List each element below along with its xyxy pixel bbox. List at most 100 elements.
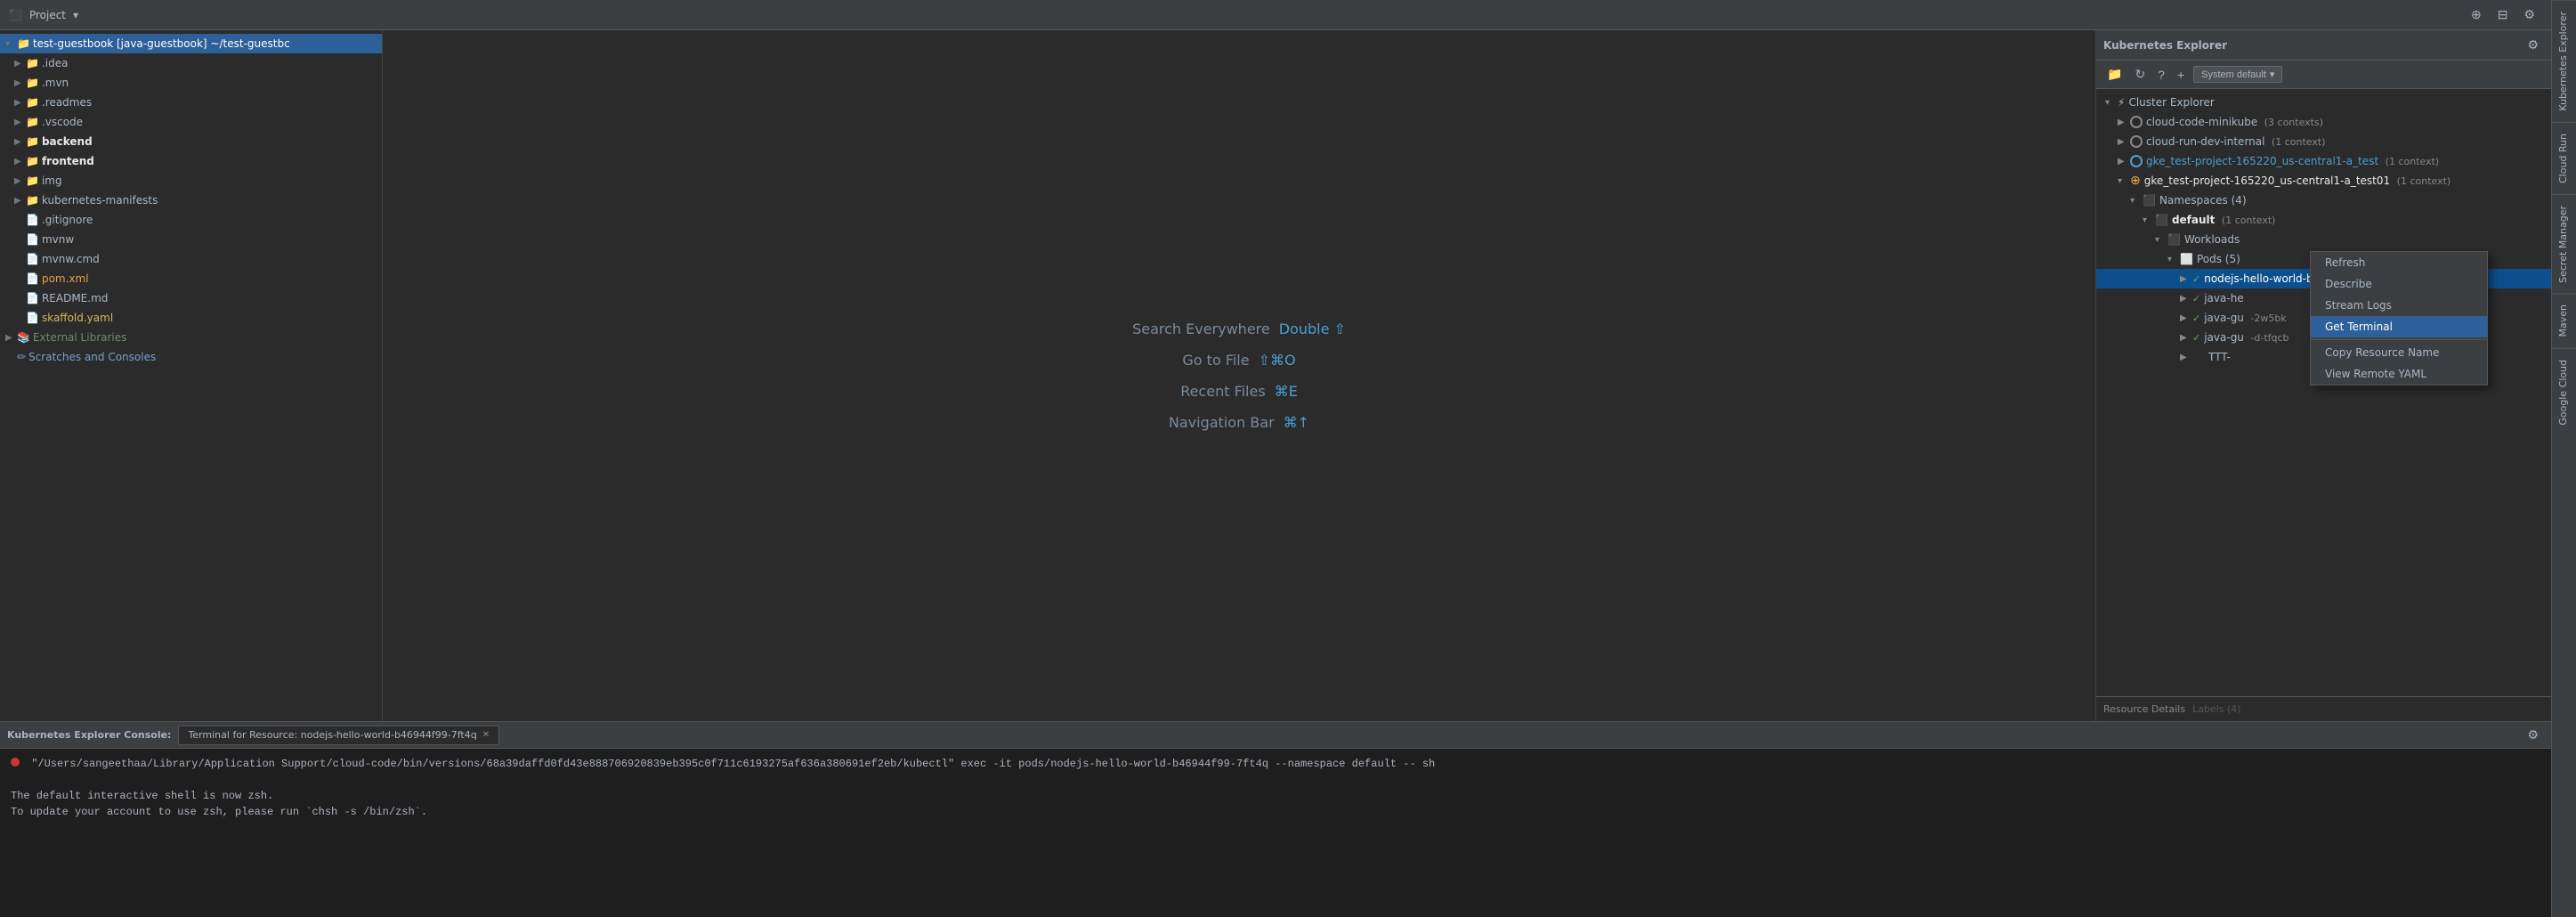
pods-arrow: ▾ bbox=[2167, 255, 2176, 264]
root-folder-icon: 📁 bbox=[17, 37, 30, 50]
ctx-stream-logs-label: Stream Logs bbox=[2325, 299, 2392, 312]
gitignore-label: .gitignore bbox=[42, 214, 93, 226]
k8s-gke-test[interactable]: ▶ gke_test-project-165220_us-central1-a_… bbox=[2096, 151, 2576, 171]
backend-label: backend bbox=[42, 135, 93, 148]
namespaces-arrow: ▾ bbox=[2130, 196, 2139, 206]
tree-item-readme[interactable]: 📄 README.md bbox=[0, 288, 382, 308]
terminal-tab-close[interactable]: ✕ bbox=[482, 730, 490, 740]
nodejs-pod-arrow: ▶ bbox=[2180, 274, 2189, 284]
minikube-label: cloud-code-minikube bbox=[2146, 116, 2257, 128]
system-default-btn[interactable]: System default ▾ bbox=[2193, 66, 2282, 83]
java-gu1-arrow: ▶ bbox=[2180, 313, 2189, 323]
tree-item-backend[interactable]: ▶ 📁 backend bbox=[0, 132, 382, 151]
tree-item-scratches[interactable]: ✏ Scratches and Consoles bbox=[0, 347, 382, 367]
k8s-help-btn[interactable]: ? bbox=[2154, 66, 2168, 84]
tree-item-vscode[interactable]: ▶ 📁 .vscode bbox=[0, 112, 382, 132]
ttt-label: TTT- bbox=[2208, 351, 2231, 363]
terminal-line-3: The default interactive shell is now zsh… bbox=[11, 788, 2565, 804]
java-gu1-check: ✓ bbox=[2192, 312, 2200, 324]
add-module-btn[interactable]: ⊕ bbox=[2467, 5, 2485, 24]
terminal-settings-btn[interactable]: ⚙ bbox=[2523, 726, 2542, 744]
project-icon: ⬛ bbox=[9, 9, 22, 21]
java-gu1-label: java-gu bbox=[2204, 312, 2244, 324]
tree-item-mvnw[interactable]: 📄 mvnw bbox=[0, 230, 382, 249]
pom-file-icon: 📄 bbox=[26, 272, 39, 285]
k8s-default-ns[interactable]: ▾ ⬛ default (1 context) bbox=[2096, 210, 2576, 230]
side-tab-google-cloud[interactable]: Google Cloud bbox=[2552, 348, 2576, 436]
skaffold-label: skaffold.yaml bbox=[42, 312, 113, 324]
tree-item-external-libs[interactable]: ▶ 📚 External Libraries bbox=[0, 328, 382, 347]
minikube-arrow: ▶ bbox=[2118, 118, 2126, 127]
k8s-minikube[interactable]: ▶ cloud-code-minikube (3 contexts) bbox=[2096, 112, 2576, 132]
k8s-cluster-explorer[interactable]: ▾ ⚡ Cluster Explorer bbox=[2096, 93, 2576, 112]
backend-arrow: ▶ bbox=[14, 137, 23, 147]
tree-item-pom[interactable]: 📄 pom.xml bbox=[0, 269, 382, 288]
structure-btn[interactable]: ⊟ bbox=[2494, 5, 2512, 24]
scratches-label: Scratches and Consoles bbox=[28, 351, 156, 363]
tree-item-mvnw-cmd[interactable]: 📄 mvnw.cmd bbox=[0, 249, 382, 269]
center-area: Search Everywhere Double ⇧ Go to File ⇧⌘… bbox=[383, 30, 2095, 721]
k8s-workloads[interactable]: ▾ ⬛ Workloads bbox=[2096, 230, 2576, 249]
mvn-label: .mvn bbox=[42, 77, 69, 89]
side-tab-maven[interactable]: Maven bbox=[2552, 293, 2576, 347]
default-ns-label: default bbox=[2172, 214, 2215, 226]
k8s-gke-test01[interactable]: ▾ ⊕ gke_test-project-165220_us-central1-… bbox=[2096, 171, 2576, 191]
ctx-get-terminal[interactable]: Get Terminal bbox=[2311, 316, 2487, 337]
pods-icon: ⬜ bbox=[2180, 253, 2193, 265]
terminal-tab[interactable]: Terminal for Resource: nodejs-hello-worl… bbox=[178, 726, 499, 745]
minikube-count: (3 contexts) bbox=[2261, 117, 2323, 128]
k8s-namespaces[interactable]: ▾ ⬛ Namespaces (4) bbox=[2096, 191, 2576, 210]
minikube-circle bbox=[2130, 116, 2143, 128]
cloud-run-arrow: ▶ bbox=[2118, 137, 2126, 147]
namespaces-icon: ⬛ bbox=[2143, 194, 2156, 207]
tree-item-img[interactable]: ▶ 📁 img bbox=[0, 171, 382, 191]
scratches-arrow bbox=[5, 353, 14, 362]
tree-item-gitignore[interactable]: 📄 .gitignore bbox=[0, 210, 382, 230]
search-everywhere-shortcut: Double ⇧ bbox=[1279, 321, 1346, 337]
main-layout: ▾ 📁 test-guestbook [java-guestbook] ~/te… bbox=[0, 30, 2576, 721]
frontend-arrow: ▶ bbox=[14, 157, 23, 166]
k8s-refresh-btn[interactable]: ↻ bbox=[2131, 65, 2149, 84]
mvnw-arrow bbox=[14, 235, 23, 245]
project-dropdown-icon[interactable]: ▾ bbox=[73, 9, 78, 21]
default-ns-icon: ⬛ bbox=[2155, 214, 2168, 226]
k8s-add-btn[interactable]: + bbox=[2174, 66, 2188, 84]
ctx-stream-logs[interactable]: Stream Logs bbox=[2311, 295, 2487, 316]
ctx-view-yaml[interactable]: View Remote YAML bbox=[2311, 363, 2487, 385]
ctx-describe[interactable]: Describe bbox=[2311, 273, 2487, 295]
k8s-title: Kubernetes Explorer bbox=[2103, 39, 2227, 52]
side-tab-secret-manager[interactable]: Secret Manager bbox=[2552, 194, 2576, 294]
tree-item-readmes[interactable]: ▶ 📁 .readmes bbox=[0, 93, 382, 112]
tree-item-idea[interactable]: ▶ 📁 .idea bbox=[0, 53, 382, 73]
gke-test-circle bbox=[2130, 155, 2143, 167]
ctx-copy-name[interactable]: Copy Resource Name bbox=[2311, 342, 2487, 363]
ctx-refresh[interactable]: Refresh bbox=[2311, 252, 2487, 273]
tree-item-k8s-manifests[interactable]: ▶ 📁 kubernetes-manifests bbox=[0, 191, 382, 210]
file-tree: ▾ 📁 test-guestbook [java-guestbook] ~/te… bbox=[0, 30, 382, 721]
nav-bar-label: Navigation Bar bbox=[1169, 414, 1275, 431]
idea-folder-icon: 📁 bbox=[26, 57, 39, 69]
bottom-terminal-panel: Kubernetes Explorer Console: Terminal fo… bbox=[0, 721, 2576, 917]
tree-root[interactable]: ▾ 📁 test-guestbook [java-guestbook] ~/te… bbox=[0, 34, 382, 53]
k8s-folder-btn[interactable]: 📁 bbox=[2103, 65, 2126, 84]
frontend-folder-icon: 📁 bbox=[26, 155, 39, 167]
goto-file-shortcut: ⇧⌘O bbox=[1259, 352, 1296, 369]
tree-item-mvn[interactable]: ▶ 📁 .mvn bbox=[0, 73, 382, 93]
k8s-cloud-run[interactable]: ▶ cloud-run-dev-internal (1 context) bbox=[2096, 132, 2576, 151]
tree-item-frontend[interactable]: ▶ 📁 frontend bbox=[0, 151, 382, 171]
settings-btn[interactable]: ⚙ bbox=[2520, 5, 2539, 24]
left-panel: ▾ 📁 test-guestbook [java-guestbook] ~/te… bbox=[0, 30, 383, 721]
pom-label: pom.xml bbox=[42, 272, 89, 285]
terminal-console-label: Kubernetes Explorer Console: bbox=[7, 729, 171, 741]
side-tab-cloud-run[interactable]: Cloud Run bbox=[2552, 122, 2576, 194]
side-tab-k8s[interactable]: Kubernetes Explorer bbox=[2552, 30, 2576, 122]
img-arrow: ▶ bbox=[14, 176, 23, 186]
k8s-settings-btn[interactable]: ⚙ bbox=[2523, 36, 2542, 54]
readmes-arrow: ▶ bbox=[14, 98, 23, 108]
side-tabs: Kubernetes Explorer Cloud Run Secret Man… bbox=[2551, 30, 2576, 721]
tree-item-skaffold[interactable]: 📄 skaffold.yaml bbox=[0, 308, 382, 328]
labels-count: Labels (4) bbox=[2192, 703, 2240, 715]
default-ns-count: (1 context) bbox=[2218, 215, 2275, 226]
terminal-error-dot bbox=[11, 758, 20, 767]
gke-test01-label: gke_test-project-165220_us-central1-a_te… bbox=[2144, 174, 2390, 187]
